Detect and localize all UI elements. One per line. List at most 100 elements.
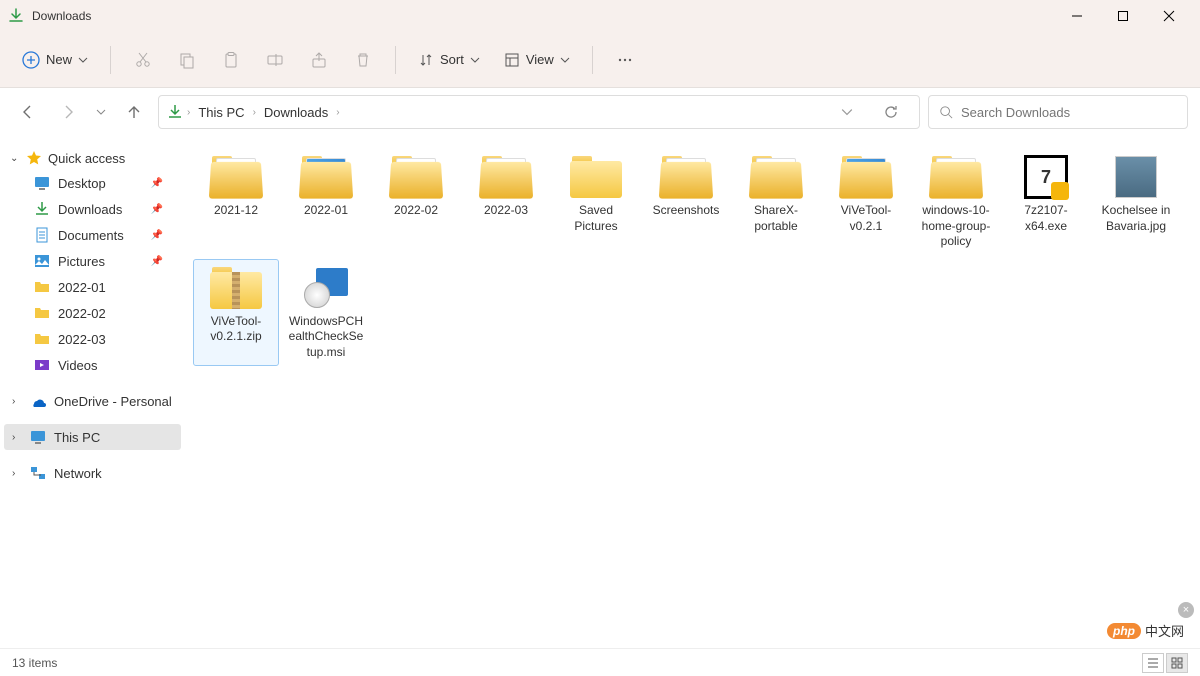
chevron-right-icon: ›	[12, 396, 22, 407]
file-label: Screenshots	[653, 203, 720, 219]
toolbar: New Sort View	[0, 32, 1200, 88]
new-button[interactable]: New	[12, 45, 98, 75]
recent-button[interactable]	[92, 96, 110, 128]
file-icon	[206, 153, 266, 201]
icons-view-button[interactable]	[1166, 653, 1188, 673]
file-label: 2022-01	[304, 203, 348, 219]
sidebar-item[interactable]: 2022-01	[4, 274, 181, 300]
up-button[interactable]	[118, 96, 150, 128]
file-item[interactable]: ViVeTool-v0.2.1.zip	[193, 259, 279, 366]
sidebar-item[interactable]: Documents📌	[4, 222, 181, 248]
file-item[interactable]: 77z2107-x64.exe	[1003, 148, 1089, 255]
refresh-button[interactable]	[875, 96, 907, 128]
file-item[interactable]: 2021-12	[193, 148, 279, 255]
more-button[interactable]	[605, 40, 645, 80]
file-label: ViVeTool-v0.2.1.zip	[198, 314, 274, 345]
file-item[interactable]: 2022-03	[463, 148, 549, 255]
file-item[interactable]: Screenshots	[643, 148, 729, 255]
sort-button[interactable]: Sort	[408, 46, 490, 74]
view-button[interactable]: View	[494, 46, 580, 74]
file-label: Saved Pictures	[558, 203, 634, 234]
file-label: 2022-03	[484, 203, 528, 219]
file-item[interactable]: windows-10-home-group-policy	[913, 148, 999, 255]
separator	[395, 46, 396, 74]
pin-icon: 📌	[151, 256, 163, 267]
chevron-right-icon: ›	[12, 468, 22, 479]
star-icon	[26, 150, 42, 166]
onedrive-icon	[30, 393, 46, 409]
breadcrumb-downloads[interactable]: Downloads	[260, 101, 332, 124]
maximize-button[interactable]	[1100, 0, 1146, 32]
file-icon	[836, 153, 896, 201]
folder-icon	[34, 331, 50, 347]
quick-access-header[interactable]: ⌄ Quick access	[4, 146, 181, 170]
copy-button[interactable]	[167, 40, 207, 80]
file-item[interactable]: 2022-02	[373, 148, 459, 255]
sidebar-item[interactable]: 2022-02	[4, 300, 181, 326]
forward-button[interactable]	[52, 96, 84, 128]
file-item[interactable]: Saved Pictures	[553, 148, 639, 255]
close-watermark-button[interactable]: ×	[1178, 602, 1194, 618]
network-icon	[30, 465, 46, 481]
file-item[interactable]: Kochelsee in Bavaria.jpg	[1093, 148, 1179, 255]
sidebar-item[interactable]: Desktop📌	[4, 170, 181, 196]
rename-button[interactable]	[255, 40, 295, 80]
status-bar: 13 items	[0, 648, 1200, 676]
file-item[interactable]: 2022-01	[283, 148, 369, 255]
sidebar-item[interactable]: Downloads📌	[4, 196, 181, 222]
downloads-icon	[34, 201, 50, 217]
share-button[interactable]	[299, 40, 339, 80]
downloads-icon	[167, 104, 183, 120]
file-label: ShareX-portable	[738, 203, 814, 234]
pc-icon	[30, 429, 46, 445]
sidebar-onedrive[interactable]: › OneDrive - Personal	[4, 388, 181, 414]
address-bar[interactable]: › This PC › Downloads ›	[158, 95, 920, 129]
downloads-icon	[8, 8, 24, 24]
chevron-right-icon: ›	[12, 432, 22, 443]
chevron-right-icon: ›	[187, 107, 190, 118]
titlebar: Downloads	[0, 0, 1200, 32]
sidebar-item[interactable]: 2022-03	[4, 326, 181, 352]
main: ⌄ Quick access Desktop📌Downloads📌Documen…	[0, 136, 1200, 648]
search-icon	[939, 105, 953, 119]
chevron-right-icon: ›	[336, 107, 339, 118]
sidebar-item[interactable]: Videos	[4, 352, 181, 378]
file-icon	[656, 153, 716, 201]
file-item[interactable]: WindowsPCHealthCheckSetup.msi	[283, 259, 369, 366]
address-dropdown-button[interactable]	[831, 96, 863, 128]
chevron-right-icon: ›	[253, 107, 256, 118]
sort-icon	[418, 52, 434, 68]
file-icon	[296, 153, 356, 201]
file-label: ViVeTool-v0.2.1	[828, 203, 904, 234]
file-icon	[746, 153, 806, 201]
file-label: 7z2107-x64.exe	[1008, 203, 1084, 234]
file-label: 2022-02	[394, 203, 438, 219]
back-button[interactable]	[12, 96, 44, 128]
file-pane[interactable]: 2021-12 2022-01 2022-02 2022-03 Saved Pictur…	[185, 136, 1200, 648]
cut-button[interactable]	[123, 40, 163, 80]
file-label: WindowsPCHealthCheckSetup.msi	[288, 314, 364, 361]
delete-button[interactable]	[343, 40, 383, 80]
sidebar-network[interactable]: › Network	[4, 460, 181, 486]
details-view-button[interactable]	[1142, 653, 1164, 673]
search-input[interactable]	[961, 105, 1177, 120]
file-icon	[1106, 153, 1166, 201]
minimize-button[interactable]	[1054, 0, 1100, 32]
paste-button[interactable]	[211, 40, 251, 80]
file-label: Kochelsee in Bavaria.jpg	[1098, 203, 1174, 234]
breadcrumb-this-pc[interactable]: This PC	[194, 101, 248, 124]
file-item[interactable]: ShareX-portable	[733, 148, 819, 255]
close-button[interactable]	[1146, 0, 1192, 32]
file-item[interactable]: ViVeTool-v0.2.1	[823, 148, 909, 255]
search-box[interactable]	[928, 95, 1188, 129]
file-icon	[386, 153, 446, 201]
sidebar-this-pc[interactable]: › This PC	[4, 424, 181, 450]
chevron-down-icon	[560, 55, 570, 65]
sidebar-item[interactable]: Pictures📌	[4, 248, 181, 274]
pictures-icon	[34, 253, 50, 269]
view-label: View	[526, 52, 554, 67]
separator	[110, 46, 111, 74]
quick-access-label: Quick access	[48, 151, 125, 166]
pin-icon: 📌	[151, 178, 163, 189]
pin-icon: 📌	[151, 204, 163, 215]
